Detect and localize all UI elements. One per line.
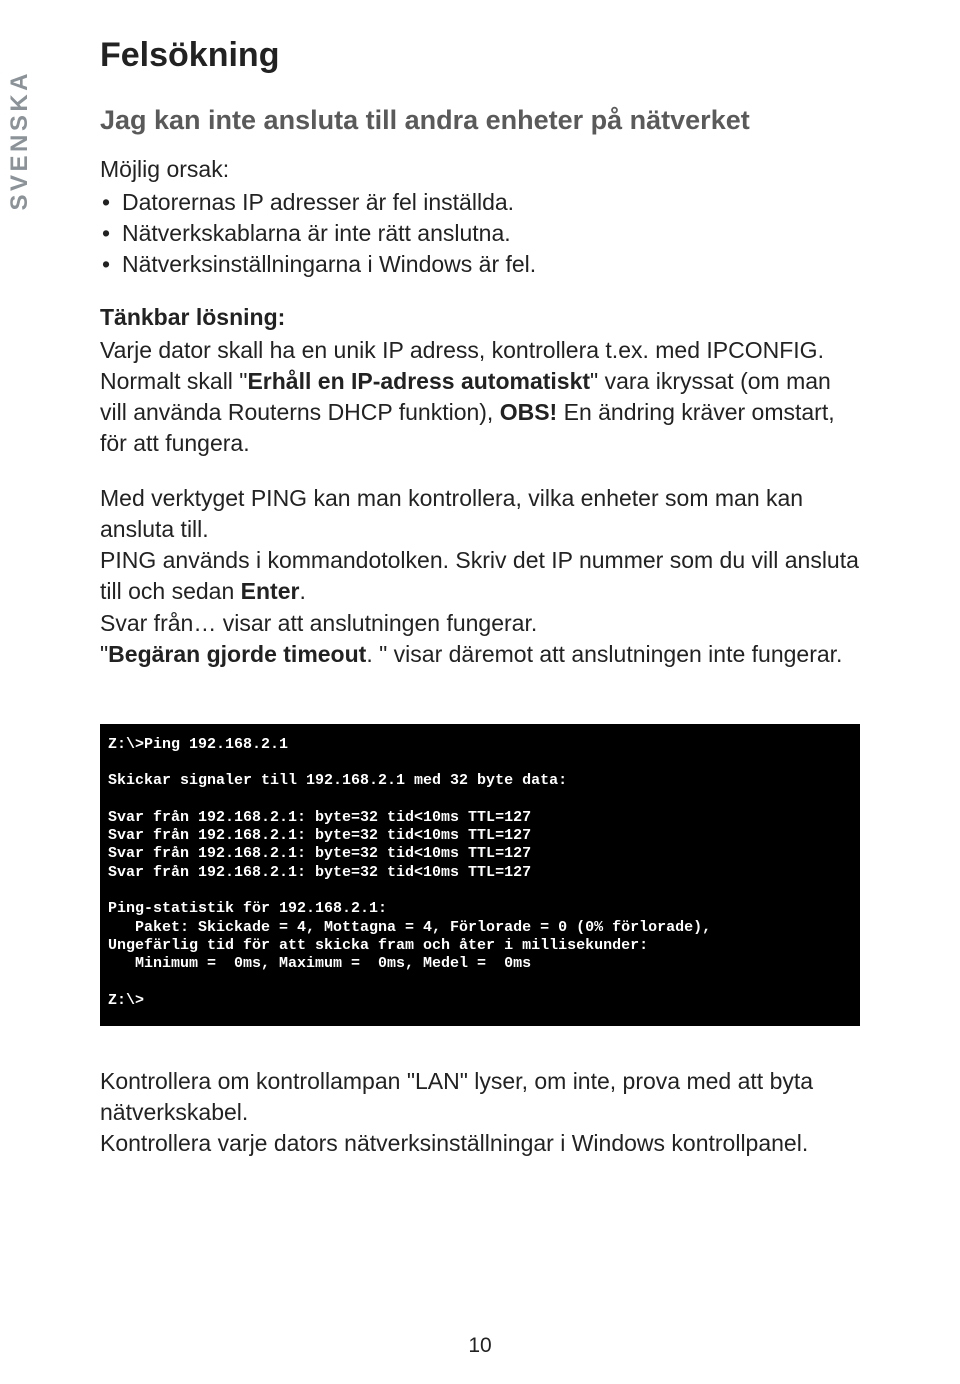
cause-list: Datorernas IP adresser är fel inställda.… bbox=[100, 187, 860, 280]
page-title: Felsökning bbox=[100, 36, 860, 75]
list-item: Datorernas IP adresser är fel inställda. bbox=[100, 187, 860, 218]
bold-text: Begäran gjorde timeout bbox=[108, 641, 366, 667]
bold-text: OBS! bbox=[500, 399, 558, 425]
text: . " visar däremot att anslutningen inte … bbox=[366, 641, 842, 667]
text: Kontrollera varje dators nätverksinställ… bbox=[100, 1130, 808, 1156]
terminal-output: Z:\>Ping 192.168.2.1 Skickar signaler ti… bbox=[100, 724, 860, 1026]
language-side-label: SVENSKA bbox=[6, 70, 34, 211]
list-item: Nätverksinställningarna i Windows är fel… bbox=[100, 249, 860, 280]
spacer bbox=[100, 670, 860, 706]
ping-paragraph: Med verktyget PING kan man kontrollera, … bbox=[100, 483, 860, 669]
cause-label: Möjlig orsak: bbox=[100, 156, 860, 183]
bottom-paragraph: Kontrollera om kontrollampan "LAN" lyser… bbox=[100, 1066, 860, 1159]
text: " bbox=[100, 641, 108, 667]
solution-paragraph: Varje dator skall ha en unik IP adress, … bbox=[100, 335, 860, 459]
page-number: 10 bbox=[0, 1334, 960, 1358]
bold-text: Enter bbox=[241, 578, 300, 604]
text: Kontrollera om kontrollampan "LAN" lyser… bbox=[100, 1068, 813, 1125]
list-item: Nätverkskablarna är inte rätt anslutna. bbox=[100, 218, 860, 249]
text: Svar från… visar att anslutningen funger… bbox=[100, 610, 537, 636]
solution-label: Tänkbar lösning: bbox=[100, 304, 860, 331]
text: Med verktyget PING kan man kontrollera, … bbox=[100, 485, 803, 542]
section-subtitle: Jag kan inte ansluta till andra enheter … bbox=[100, 105, 860, 136]
document-page: SVENSKA Felsökning Jag kan inte ansluta … bbox=[0, 0, 960, 1384]
text: . bbox=[299, 578, 305, 604]
text: PING används i kommandotolken. Skriv det… bbox=[100, 547, 859, 604]
bold-text: Erhåll en IP-adress automatiskt bbox=[247, 368, 590, 394]
